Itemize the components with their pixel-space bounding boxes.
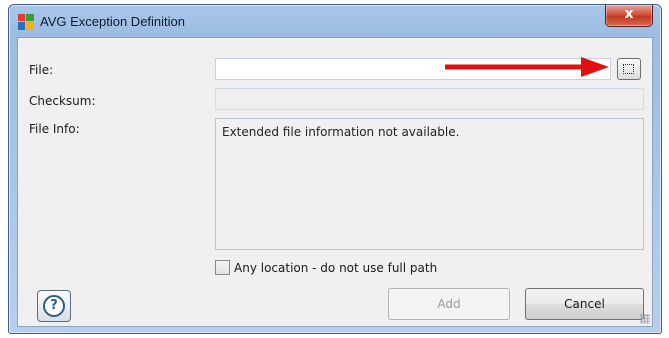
file-info-text: Extended file information not available. [222, 125, 460, 139]
help-button[interactable]: ? [37, 290, 71, 322]
any-location-option[interactable]: Any location - do not use full path [215, 260, 437, 275]
checksum-label: Checksum: [29, 94, 96, 108]
window-title: AVG Exception Definition [40, 14, 185, 29]
add-button[interactable]: Add [388, 288, 510, 320]
checksum-field [215, 88, 644, 110]
any-location-label: Any location - do not use full path [234, 260, 438, 275]
help-icon: ? [43, 295, 65, 317]
title-bar[interactable]: AVG Exception Definition x [9, 5, 661, 37]
file-label: File: [29, 63, 54, 77]
avg-logo-icon [18, 14, 34, 30]
browse-button[interactable] [617, 58, 641, 80]
any-location-checkbox[interactable] [215, 260, 230, 275]
close-button[interactable]: x [605, 5, 653, 27]
red-arrow-annotation [445, 57, 609, 77]
cancel-button[interactable]: Cancel [525, 288, 644, 320]
resize-grip[interactable] [640, 314, 650, 324]
file-info-box: Extended file information not available. [215, 118, 644, 250]
browse-icon [623, 64, 634, 74]
file-info-label: File Info: [29, 122, 80, 136]
